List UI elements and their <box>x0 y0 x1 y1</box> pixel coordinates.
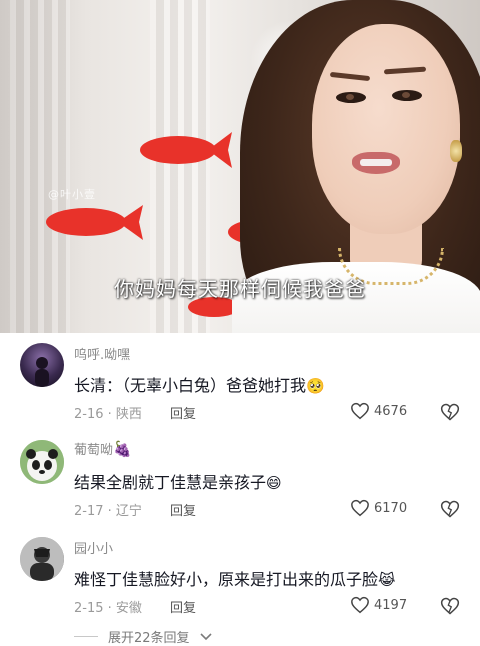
comment-meta: 2-15 · 安徽 <box>74 601 142 616</box>
comment-username[interactable]: 园小小 <box>74 538 113 557</box>
heart-outline-icon <box>351 402 369 420</box>
comment-item: 葡萄呦🍇 结果全剧就丁佳慧是亲孩子😄 2-17 · 辽宁 回复 6170 <box>0 430 480 530</box>
comment-text: 难怪丁佳慧脸好小，原来是打出来的瓜子脸😹 <box>74 566 396 590</box>
pleading-face-emoji: 🥺 <box>306 377 325 395</box>
comment-item: 呜呼.呦嘿 长清：（无辜小白兔）爸爸她打我🥺 2-16 · 陕西 回复 4676 <box>0 333 480 433</box>
crying-cat-emoji: 😹 <box>378 571 396 589</box>
comment-meta: 2-17 · 辽宁 <box>74 504 142 519</box>
panda-avatar[interactable] <box>20 440 64 484</box>
video-subtitle: 你妈妈每天那样伺候我爸爸 <box>114 277 366 301</box>
like-count: 4197 <box>374 597 408 613</box>
video-frame[interactable]: @叶小壹 你妈妈每天那样伺候我爸爸 <box>0 0 480 333</box>
panda-icon <box>20 440 64 484</box>
expand-replies-label: 展开22条回复 <box>108 631 190 646</box>
comment-location: 辽宁 <box>115 504 142 519</box>
comment-date: 2-15 <box>74 601 104 616</box>
red-fish-decoration <box>46 205 143 240</box>
woman-lips <box>352 152 400 174</box>
comment-text-content: 难怪丁佳慧脸好小，原来是打出来的瓜子脸 <box>74 570 379 589</box>
comment-item: 园小小 难怪丁佳慧脸好小，原来是打出来的瓜子脸😹 2-15 · 安徽 回复 41… <box>0 527 480 627</box>
comment-location: 陕西 <box>115 407 142 422</box>
comment-username[interactable]: 葡萄呦🍇 <box>74 439 132 458</box>
like-button[interactable]: 4197 <box>350 596 407 614</box>
dark-purple-avatar[interactable] <box>20 343 64 387</box>
heart-outline-icon <box>351 596 369 614</box>
video-watermark: @叶小壹 <box>48 188 96 201</box>
woman-face <box>312 24 460 234</box>
comment-username[interactable]: 呜呼.呦嘿 <box>74 344 130 363</box>
comment-text-content: 长清：（无辜小白兔）爸爸她打我 <box>74 376 307 395</box>
comment-meta: 2-16 · 陕西 <box>74 407 142 422</box>
like-count: 6170 <box>374 500 408 516</box>
username-text: 葡萄呦 <box>74 443 114 458</box>
avatar-silhouette <box>35 357 49 387</box>
chevron-down-icon <box>199 632 212 640</box>
broken-heart-icon[interactable] <box>440 596 460 616</box>
reply-button[interactable]: 回复 <box>170 403 196 422</box>
comment-location: 安徽 <box>115 601 142 616</box>
comment-date: 2-17 <box>74 504 104 519</box>
divider-line <box>74 636 98 637</box>
grinning-face-emoji: 😄 <box>266 474 282 492</box>
comment-text-content: 结果全剧就丁佳慧是亲孩子 <box>74 473 267 492</box>
left-eye <box>336 92 366 103</box>
broken-heart-icon[interactable] <box>440 402 460 422</box>
like-count: 4676 <box>374 403 408 419</box>
expand-replies-button[interactable]: 展开22条回复 <box>74 627 212 646</box>
avatar-portrait <box>20 537 64 581</box>
red-fish-decoration <box>140 132 232 168</box>
grapes-emoji: 🍇 <box>113 440 132 458</box>
reply-button[interactable]: 回复 <box>170 500 196 519</box>
like-button[interactable]: 6170 <box>350 499 407 517</box>
comment-text: 长清：（无辜小白兔）爸爸她打我🥺 <box>74 372 325 396</box>
grayscale-portrait-avatar[interactable] <box>20 537 64 581</box>
broken-heart-icon[interactable] <box>440 499 460 519</box>
heart-outline-icon <box>351 499 369 517</box>
reply-button[interactable]: 回复 <box>170 597 196 616</box>
comment-date: 2-16 <box>74 407 104 422</box>
earring <box>450 140 462 162</box>
comment-text: 结果全剧就丁佳慧是亲孩子😄 <box>74 469 282 493</box>
right-eye <box>392 90 422 101</box>
like-button[interactable]: 4676 <box>350 402 407 420</box>
